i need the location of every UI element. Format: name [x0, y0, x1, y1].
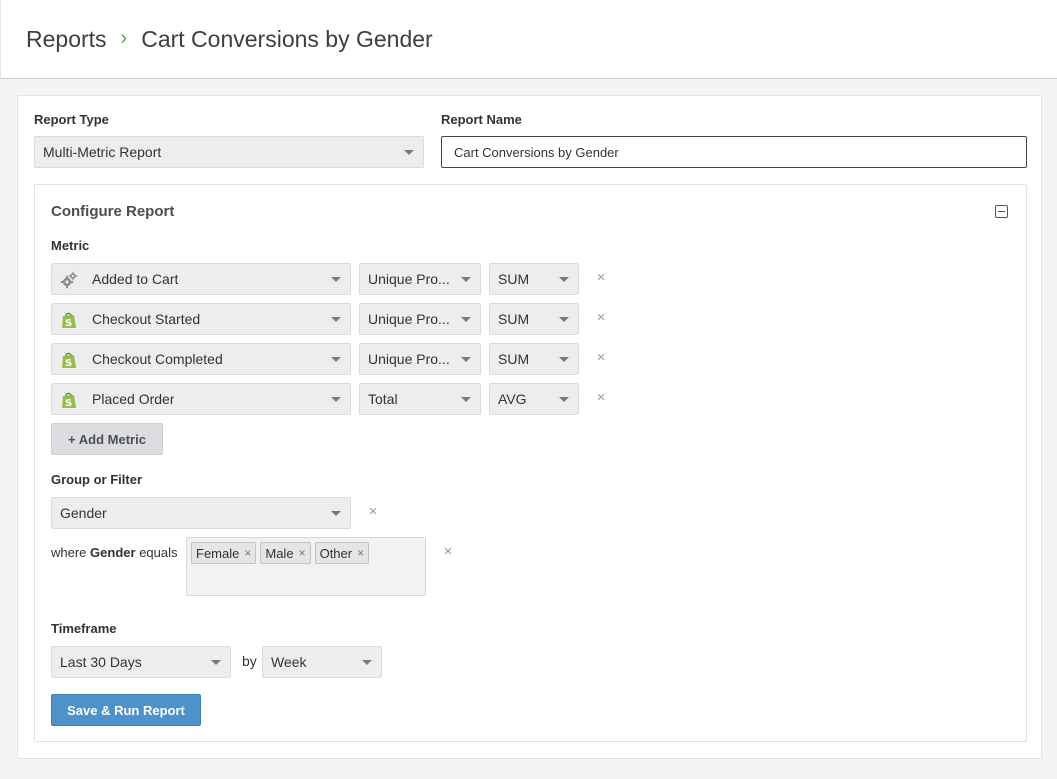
report-type-label: Report Type: [34, 112, 109, 127]
remove-tag-icon[interactable]: ×: [357, 546, 364, 560]
aggregation-select[interactable]: SUM: [489, 263, 579, 295]
chevron-down-icon: [461, 357, 471, 362]
chevron-down-icon: [331, 317, 341, 322]
metric-select[interactable]: S Checkout Started: [51, 303, 351, 335]
metric-name: Added to Cart: [92, 271, 179, 287]
aggregation-value: SUM: [498, 351, 530, 367]
measure-select[interactable]: Unique Pro...: [359, 303, 481, 335]
measure-select[interactable]: Unique Pro...: [359, 263, 481, 295]
interval-value: Week: [271, 654, 307, 670]
timeframe-select[interactable]: Last 30 Days: [51, 646, 231, 678]
measure-value: Unique Pro...: [368, 271, 450, 287]
report-type-value: Multi-Metric Report: [43, 144, 162, 160]
chevron-down-icon: [461, 317, 471, 322]
where-clause: where Gender equals: [51, 545, 178, 560]
chevron-down-icon: [461, 397, 471, 402]
chevron-down-icon: [461, 277, 471, 282]
chevron-down-icon: [331, 397, 341, 402]
shopify-icon: S: [62, 392, 76, 409]
group-select[interactable]: Gender: [51, 497, 351, 529]
tag-label: Other: [319, 545, 353, 561]
metric-name: Checkout Completed: [92, 351, 223, 367]
measure-value: Unique Pro...: [368, 351, 450, 367]
configure-report-panel: Configure Report Metric Added to Cart Un…: [34, 184, 1027, 742]
page-header: Reports › Cart Conversions by Gender: [0, 0, 1057, 79]
interval-select[interactable]: Week: [262, 646, 382, 678]
svg-text:S: S: [65, 358, 72, 369]
chevron-down-icon: [331, 357, 341, 362]
report-card: Report Type Multi-Metric Report Report N…: [17, 95, 1042, 759]
timeframe-value: Last 30 Days: [60, 654, 142, 670]
svg-text:S: S: [65, 318, 72, 329]
chevron-down-icon: [559, 317, 569, 322]
report-type-select[interactable]: Multi-Metric Report: [34, 136, 424, 168]
breadcrumb-root[interactable]: Reports: [26, 26, 107, 53]
shopify-icon: S: [62, 352, 76, 369]
remove-metric-icon[interactable]: ×: [594, 349, 608, 366]
aggregation-select[interactable]: SUM: [489, 343, 579, 375]
remove-metric-icon[interactable]: ×: [594, 269, 608, 286]
chevron-down-icon: [331, 511, 341, 516]
chevron-down-icon: [559, 277, 569, 282]
add-metric-button[interactable]: + Add Metric: [51, 423, 163, 455]
where-prefix: where: [51, 545, 87, 560]
chevron-down-icon: [559, 357, 569, 362]
metric-name: Checkout Started: [92, 311, 201, 327]
remove-group-icon[interactable]: ×: [366, 503, 380, 520]
measure-value: Unique Pro...: [368, 311, 450, 327]
tag-label: Female: [196, 545, 240, 561]
metric-label: Metric: [51, 238, 90, 253]
metric-name: Placed Order: [92, 391, 175, 407]
aggregation-value: AVG: [498, 391, 527, 407]
group-value: Gender: [60, 505, 107, 521]
aggregation-select[interactable]: SUM: [489, 303, 579, 335]
chevron-down-icon: [331, 277, 341, 282]
chevron-down-icon: [404, 150, 414, 155]
by-label: by: [242, 653, 257, 669]
remove-metric-icon[interactable]: ×: [594, 389, 608, 406]
chevron-down-icon: [211, 660, 221, 665]
filter-tag: Other ×: [314, 542, 370, 564]
timeframe-label: Timeframe: [51, 621, 117, 636]
shopify-icon: S: [62, 312, 76, 329]
chevron-down-icon: [559, 397, 569, 402]
aggregation-value: SUM: [498, 271, 530, 287]
breadcrumb-separator-icon: ›: [120, 26, 128, 49]
configure-report-title: Configure Report: [51, 203, 175, 220]
aggregation-select[interactable]: AVG: [489, 383, 579, 415]
gears-icon: [60, 271, 78, 289]
filter-tag: Male ×: [260, 542, 311, 564]
measure-select[interactable]: Total: [359, 383, 481, 415]
where-operator: equals: [139, 545, 178, 560]
measure-value: Total: [368, 391, 398, 407]
save-run-report-button[interactable]: Save & Run Report: [51, 694, 201, 726]
metric-select[interactable]: S Placed Order: [51, 383, 351, 415]
remove-metric-icon[interactable]: ×: [594, 309, 608, 326]
filter-tag: Female ×: [191, 542, 257, 564]
chevron-down-icon: [362, 660, 372, 665]
where-field: Gender: [90, 545, 136, 560]
collapse-icon[interactable]: [995, 205, 1008, 218]
metric-select[interactable]: S Checkout Completed: [51, 343, 351, 375]
measure-select[interactable]: Unique Pro...: [359, 343, 481, 375]
report-name-label: Report Name: [441, 112, 522, 127]
report-name-input[interactable]: Cart Conversions by Gender: [441, 136, 1027, 168]
svg-text:S: S: [65, 398, 72, 409]
remove-filter-icon[interactable]: ×: [441, 543, 455, 560]
filter-values-input[interactable]: Female × Male × Other ×: [186, 537, 426, 596]
tag-label: Male: [265, 545, 294, 561]
remove-tag-icon[interactable]: ×: [299, 546, 306, 560]
remove-tag-icon[interactable]: ×: [244, 546, 251, 560]
group-filter-label: Group or Filter: [51, 472, 142, 487]
metric-select[interactable]: Added to Cart: [51, 263, 351, 295]
page-title: Cart Conversions by Gender: [141, 25, 433, 52]
aggregation-value: SUM: [498, 311, 530, 327]
report-name-value: Cart Conversions by Gender: [454, 144, 619, 160]
